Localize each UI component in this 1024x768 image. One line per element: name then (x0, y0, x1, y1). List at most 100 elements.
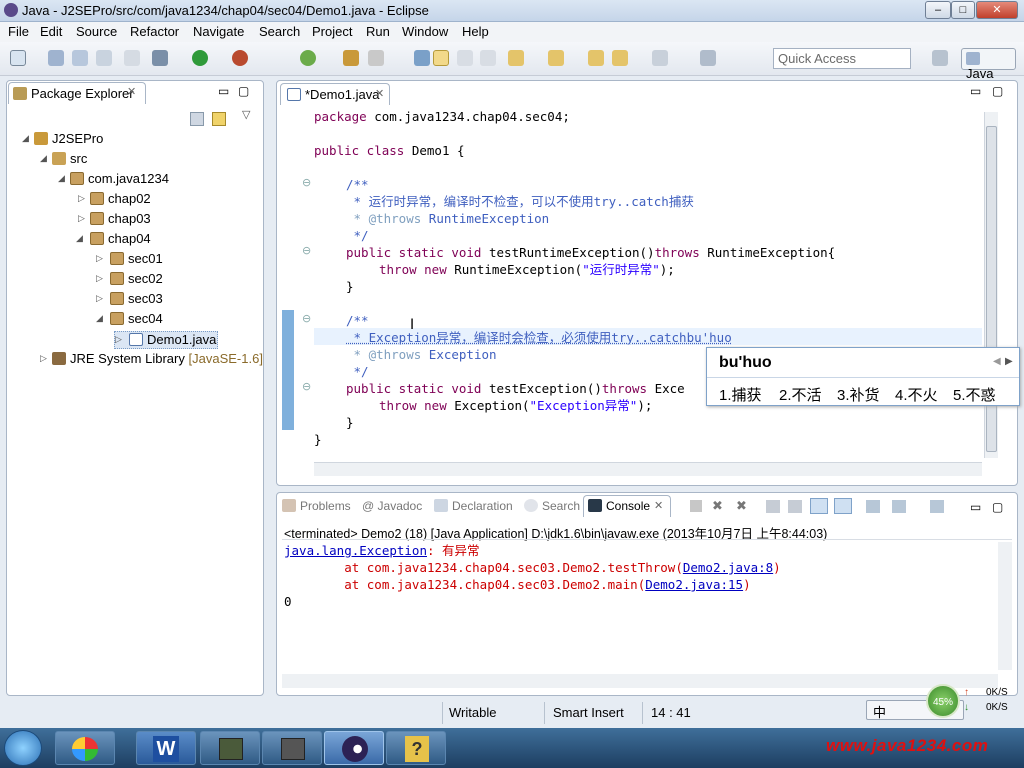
ime-candidate[interactable]: 2.不活 (779, 384, 822, 405)
help-icon: ? (405, 736, 429, 762)
taskbar-app-media[interactable] (55, 731, 115, 765)
view-menu-icon[interactable]: ▽ (242, 108, 250, 121)
tree-item-demo1[interactable]: ▷ Demo1.java (114, 331, 218, 349)
ime-candidate[interactable]: 5.不惑 (953, 384, 996, 405)
tab-console[interactable]: Console ✕ (583, 495, 671, 517)
editor-tab[interactable]: *Demo1.java ✕ (280, 83, 390, 105)
tab-javadoc[interactable]: @ Javadoc (362, 499, 422, 513)
taskbar-app-word[interactable]: W (136, 731, 196, 765)
search-icon (524, 499, 538, 512)
annotation-icon[interactable] (414, 50, 430, 66)
taskbar-app-eclipse[interactable] (324, 731, 384, 765)
remove-all-icon[interactable]: ✖ (736, 498, 747, 514)
open-perspective-icon[interactable] (932, 50, 948, 66)
debug-settings-icon[interactable] (152, 50, 168, 66)
editor-vertical-scrollbar[interactable] (984, 112, 998, 458)
run-icon[interactable] (192, 50, 208, 66)
open-console-icon[interactable] (930, 500, 944, 513)
forward-icon[interactable] (652, 50, 668, 66)
prev-annotation-icon[interactable] (548, 50, 564, 66)
close-tab-icon[interactable]: ✕ (127, 85, 136, 98)
ime-candidate[interactable]: 1.捕获 (719, 384, 762, 405)
menu-edit[interactable]: Edit (40, 24, 62, 39)
tree-label-sec04: sec04 (128, 311, 163, 326)
menu-file[interactable]: File (8, 24, 29, 39)
java-file-icon (287, 88, 301, 101)
minimize-view-icon[interactable]: ▭ (970, 500, 981, 514)
new-icon[interactable] (10, 50, 26, 66)
terminate-icon[interactable] (690, 500, 702, 512)
minimize-button[interactable]: – (925, 1, 951, 19)
show-whitespace-icon[interactable] (480, 50, 496, 66)
editor-horizontal-scrollbar[interactable] (314, 462, 982, 476)
collapse-all-icon[interactable] (190, 112, 204, 126)
taskbar-app-screen[interactable] (262, 731, 322, 765)
download-speed: 0K/S (986, 702, 1008, 713)
maximize-view-icon[interactable]: ▢ (238, 84, 249, 98)
package-explorer-tab[interactable]: Package Explorer ✕ (8, 82, 146, 104)
last-edit-icon[interactable] (588, 50, 604, 66)
highlight-icon[interactable] (433, 50, 449, 66)
ime-candidate[interactable]: 4.不火 (895, 384, 938, 405)
stacktrace-link[interactable]: Demo2.java:8 (683, 560, 773, 575)
pin-console-icon[interactable] (866, 500, 880, 513)
menu-run[interactable]: Run (366, 24, 390, 39)
toggle-icon[interactable] (124, 50, 140, 66)
open-type-icon[interactable] (343, 50, 359, 66)
stacktrace-link[interactable]: Demo2.java:15 (645, 577, 743, 592)
minimize-view-icon[interactable]: ▭ (970, 84, 981, 98)
ime-prev-page-icon[interactable]: ◀ (993, 356, 1001, 367)
close-button[interactable]: ✕ (976, 1, 1018, 19)
show-stderr-icon[interactable] (834, 498, 852, 514)
tab-problems[interactable]: Problems (282, 499, 351, 513)
fold-icon[interactable]: ⊖ (302, 244, 311, 257)
menu-refactor[interactable]: Refactor (130, 24, 179, 39)
next-annotation-icon[interactable] (508, 50, 524, 66)
speed-ball-widget[interactable]: 45% (926, 684, 960, 718)
back-icon[interactable] (612, 50, 628, 66)
java-perspective-button[interactable]: Java (961, 48, 1016, 81)
console-vertical-scrollbar[interactable] (998, 542, 1012, 670)
menu-source[interactable]: Source (76, 24, 117, 39)
print-icon[interactable] (96, 50, 112, 66)
close-tab-icon[interactable]: ✕ (654, 499, 663, 512)
menu-search[interactable]: Search (259, 24, 300, 39)
menu-navigate[interactable]: Navigate (193, 24, 244, 39)
show-stdout-icon[interactable] (810, 498, 828, 514)
minimize-view-icon[interactable]: ▭ (218, 84, 229, 98)
remove-launch-icon[interactable]: ✖ (712, 498, 723, 514)
block-selection-icon[interactable] (457, 50, 473, 66)
fold-icon[interactable]: ⊖ (302, 176, 311, 189)
display-console-icon[interactable] (892, 500, 906, 513)
pin-editor-icon[interactable] (700, 50, 716, 66)
quick-access-input[interactable]: Quick Access (773, 48, 911, 69)
save-icon[interactable] (48, 50, 64, 66)
fold-icon[interactable]: ⊖ (302, 380, 311, 393)
new-java-class-icon[interactable] (300, 50, 316, 66)
save-all-icon[interactable] (72, 50, 88, 66)
taskbar-app-recorder[interactable] (200, 731, 260, 765)
scroll-lock-icon[interactable] (788, 500, 802, 513)
editor-tab-label: *Demo1.java (305, 87, 380, 102)
ime-next-page-icon[interactable]: ▶ (1005, 356, 1013, 367)
menu-help[interactable]: Help (462, 24, 489, 39)
start-button[interactable] (4, 730, 42, 766)
maximize-button[interactable]: □ (951, 1, 975, 19)
maximize-view-icon[interactable]: ▢ (992, 500, 1003, 514)
code-line: package com.java1234.chap04.sec04; (314, 109, 570, 124)
taskbar-app-help[interactable]: ? (386, 731, 446, 765)
maximize-view-icon[interactable]: ▢ (992, 84, 1003, 98)
close-tab-icon[interactable]: ✕ (375, 87, 384, 100)
clear-console-icon[interactable] (766, 500, 780, 513)
link-with-editor-icon[interactable] (212, 112, 226, 126)
exception-link[interactable]: java.lang.Exception (284, 543, 427, 558)
search-icon[interactable] (368, 50, 384, 66)
menu-project[interactable]: Project (312, 24, 352, 39)
tab-declaration[interactable]: Declaration (434, 499, 513, 513)
console-horizontal-scrollbar[interactable] (282, 674, 998, 688)
ime-candidate[interactable]: 3.补货 (837, 384, 880, 405)
external-tools-icon[interactable] (232, 50, 248, 66)
fold-icon[interactable]: ⊖ (302, 312, 311, 325)
tab-search[interactable]: Search (524, 499, 580, 513)
menu-window[interactable]: Window (402, 24, 448, 39)
